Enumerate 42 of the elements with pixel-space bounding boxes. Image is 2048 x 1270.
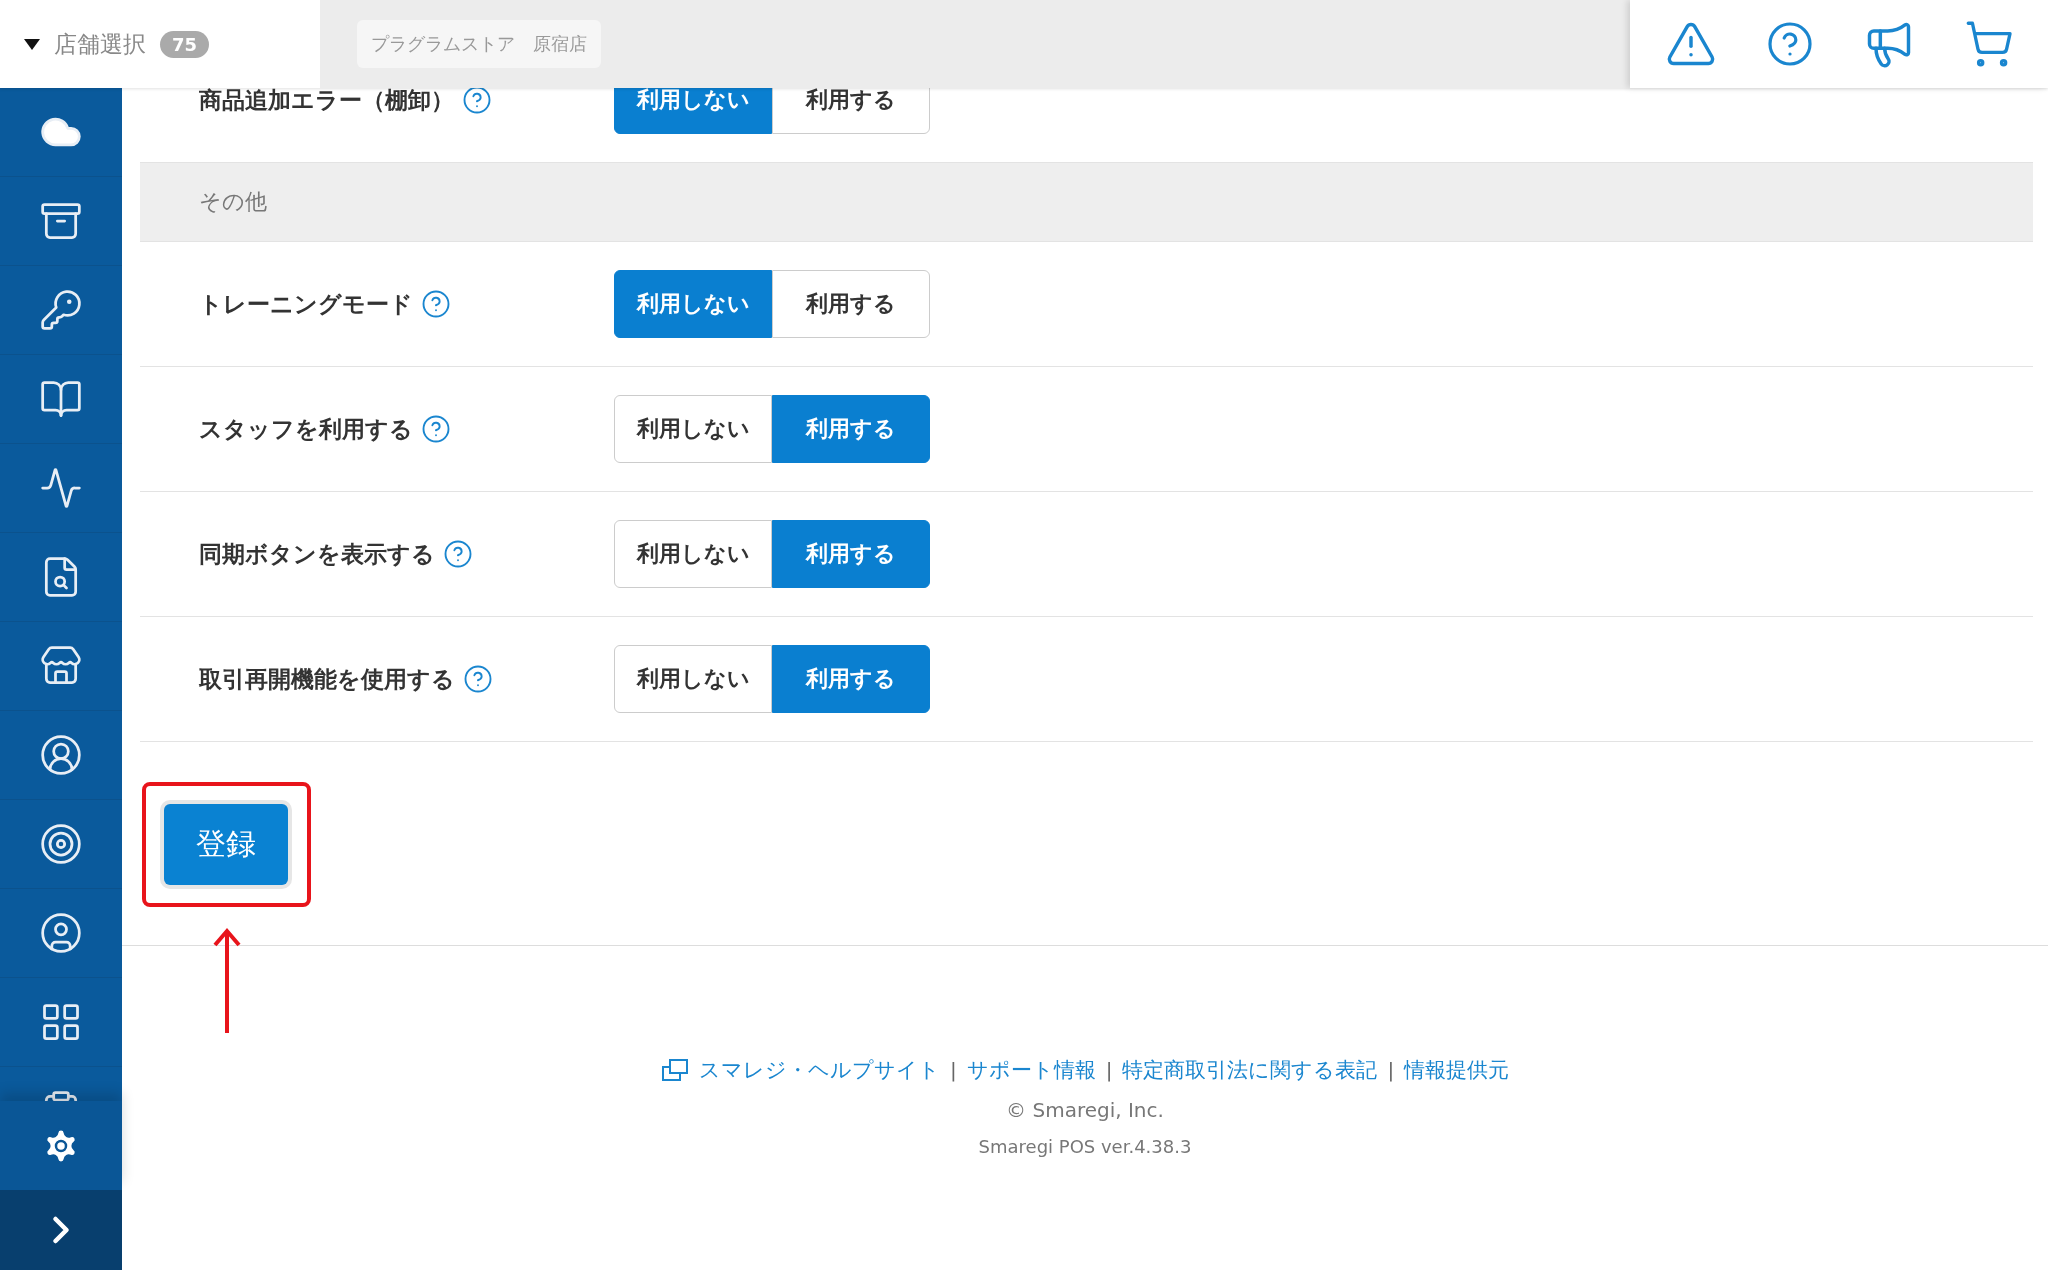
toggle-option[interactable]: 利用する — [772, 395, 930, 463]
help-icon[interactable] — [443, 539, 473, 569]
link-separator: | — [1387, 1058, 1395, 1082]
store-count: 75 — [160, 30, 210, 58]
help-icon[interactable] — [463, 664, 493, 694]
external-window-icon — [660, 1058, 689, 1082]
toggle-option[interactable]: 利用する — [772, 520, 930, 588]
link-separator: | — [1105, 1058, 1113, 1082]
footer-link[interactable]: サポート情報 — [966, 1056, 1096, 1084]
toggle-option[interactable]: 利用しない — [614, 270, 772, 338]
help-icon[interactable] — [1765, 20, 1814, 68]
toggle-option[interactable]: 利用しない — [614, 520, 772, 588]
setting-label: 商品追加エラー（棚卸） — [199, 88, 454, 115]
toggle-option[interactable]: 利用しない — [614, 645, 772, 713]
toggle-option[interactable]: 利用する — [772, 270, 930, 338]
help-icon[interactable] — [462, 88, 492, 115]
setting-label: 取引再開機能を使用する — [199, 664, 455, 694]
footer-link[interactable]: スマレジ・ヘルプサイト — [698, 1056, 940, 1084]
footer-link[interactable]: 情報提供元 — [1404, 1056, 1510, 1084]
person-icon[interactable] — [39, 733, 83, 777]
store-selector[interactable]: 店舗選択 75 — [0, 0, 320, 88]
version-text: Smaregi POS ver.4.38.3 — [978, 1136, 1192, 1157]
key-icon[interactable] — [39, 288, 83, 332]
section-title: その他 — [199, 188, 267, 216]
help-icon[interactable] — [421, 289, 451, 319]
toggle-option[interactable]: 利用する — [772, 645, 930, 713]
toggle-option[interactable]: 利用する — [772, 88, 930, 134]
toggle-option[interactable]: 利用しない — [614, 395, 772, 463]
store-selector-label: 店舗選択 — [54, 29, 146, 59]
caret-icon — [24, 38, 40, 50]
setting-label: 同期ボタンを表示する — [199, 539, 435, 569]
toggle-option[interactable]: 利用しない — [614, 88, 772, 134]
user-icon[interactable] — [39, 911, 83, 955]
setting-label: スタッフを利用する — [199, 414, 413, 444]
copyright: © Smaregi, Inc. — [1006, 1098, 1164, 1122]
help-icon[interactable] — [421, 414, 451, 444]
setting-label: トレーニングモード — [199, 289, 413, 319]
line-chart-icon[interactable] — [39, 466, 83, 510]
footer-link[interactable]: 特定商取引法に関する表記 — [1122, 1056, 1378, 1084]
target-icon[interactable] — [39, 822, 83, 866]
link-separator: | — [949, 1058, 957, 1082]
store-name: プラグラムストア 原宿店 — [357, 20, 601, 68]
